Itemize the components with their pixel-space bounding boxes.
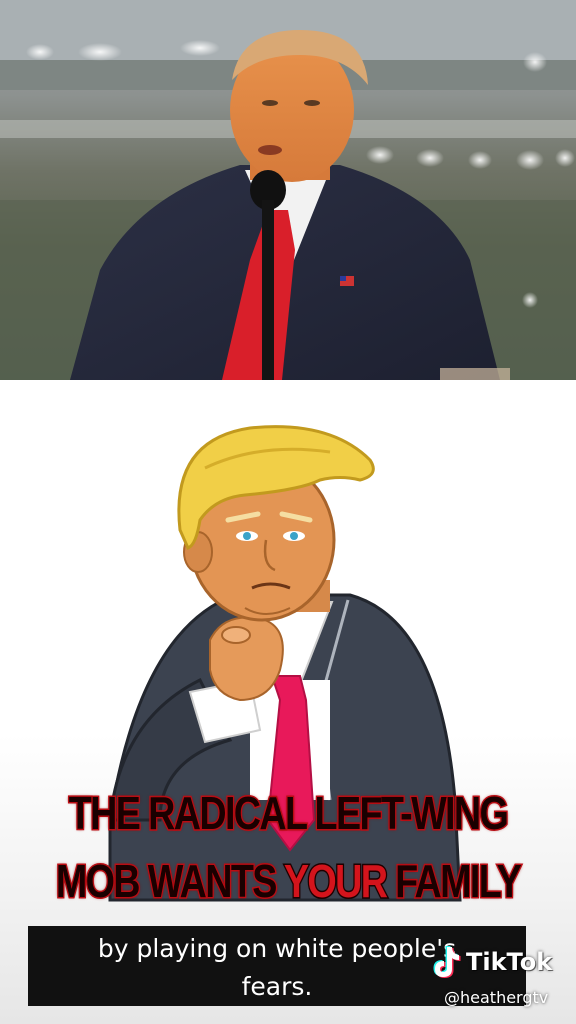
headline-line-1: THE RADICAL LEFT-WING	[68, 787, 511, 839]
creator-handle[interactable]: @heathergtv	[444, 988, 548, 1007]
tiktok-brand-text: TikTok	[466, 948, 553, 976]
video-frame-top	[0, 0, 576, 380]
tiktok-watermark: TikTok	[428, 942, 552, 982]
speaker-photo	[0, 0, 576, 380]
headline-accent-word: YOUR	[283, 855, 390, 907]
headline-line-2: MOB WANTS YOUR FAMILY	[52, 855, 524, 907]
headline-line-2-part-2: FAMILY	[386, 855, 523, 907]
tiktok-logo-icon	[433, 946, 461, 978]
headline-line-2-part-1: MOB WANTS	[55, 855, 284, 907]
